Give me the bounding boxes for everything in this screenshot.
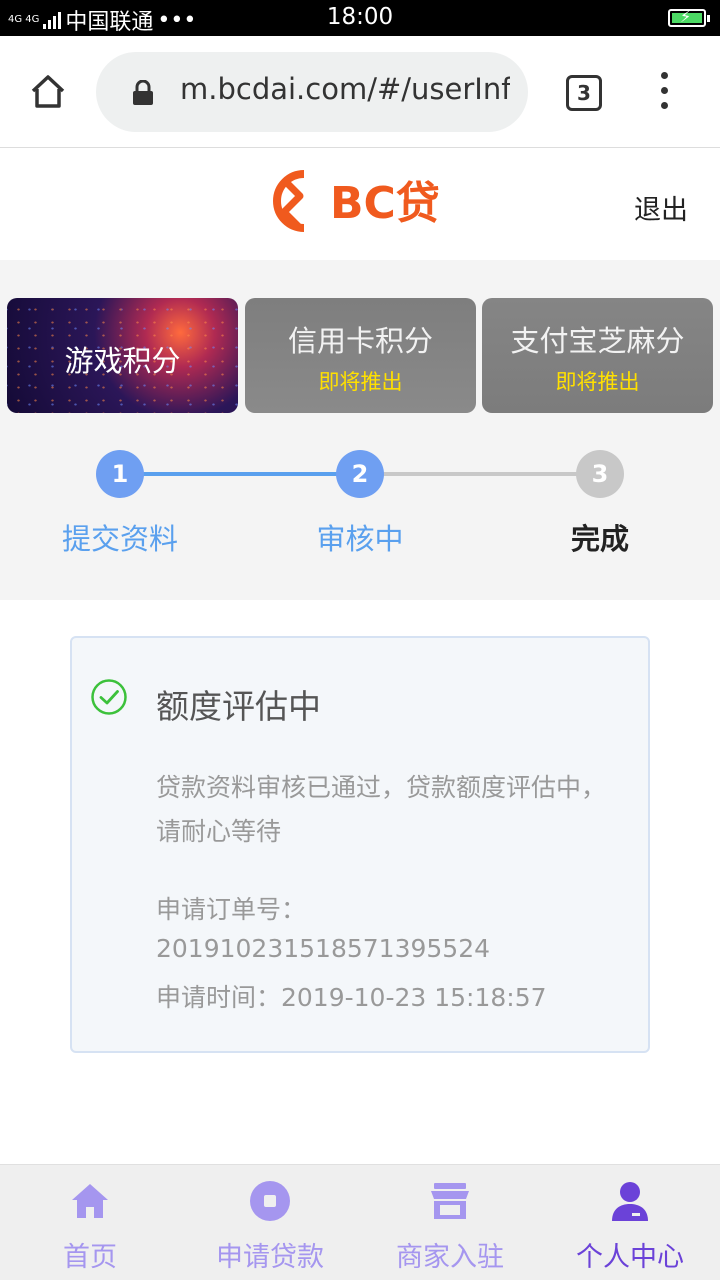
- progress-steps: 1 2 3 提交资料 审核中 完成: [0, 448, 720, 568]
- nav-merchant-join[interactable]: 商家入驻: [360, 1165, 540, 1280]
- status-bar: 4G 4G 中国联通 ••• 18:00 ⚡: [0, 0, 720, 36]
- card-title: 信用卡积分: [287, 324, 433, 358]
- home-icon[interactable]: [28, 72, 68, 112]
- tab-switcher-button[interactable]: 3: [566, 75, 602, 111]
- card-alipay-sesame-score[interactable]: 支付宝芝麻分 即将推出: [482, 298, 713, 413]
- browser-toolbar: m.bcdai.com/#/userInfo 3: [0, 36, 720, 148]
- step-2-indicator: 2: [336, 450, 384, 498]
- panel-description: 贷款资料审核已通过，贷款额度评估中，请耐心等待: [156, 773, 607, 846]
- home-icon: [72, 1184, 108, 1218]
- nav-label: 个人中心: [576, 1242, 684, 1273]
- app-header: BC贷 退出: [0, 148, 720, 260]
- order-number: 201910231518571395524: [156, 934, 491, 963]
- step-3-label: 完成: [570, 522, 629, 556]
- check-circle-icon: [91, 679, 127, 715]
- nav-personal-center[interactable]: 个人中心: [540, 1165, 720, 1280]
- review-status-panel: 额度评估中 贷款资料审核已通过，贷款额度评估中，请耐心等待 申请订单号： 201…: [70, 636, 650, 1053]
- step-2-label: 审核中: [316, 522, 404, 556]
- card-credit-card-points[interactable]: 信用卡积分 即将推出: [245, 298, 476, 413]
- nav-label: 首页: [63, 1242, 117, 1273]
- coming-soon-label: 即将推出: [555, 370, 640, 394]
- card-title: 支付宝芝麻分: [510, 324, 685, 358]
- lock-icon: [133, 80, 153, 105]
- card-title: 游戏积分: [64, 344, 181, 378]
- apply-loan-icon: [250, 1181, 290, 1221]
- step-1-indicator: 1: [96, 450, 144, 498]
- bc-logo: BC贷: [273, 170, 440, 232]
- nav-label: 商家入驻: [396, 1242, 504, 1273]
- more-menu-icon[interactable]: [654, 72, 674, 114]
- clock: 18:00: [326, 4, 394, 30]
- nav-apply-loan[interactable]: 申请贷款: [180, 1165, 360, 1280]
- step-1-label: 提交资料: [61, 522, 178, 556]
- url-text[interactable]: m.bcdai.com/#/userInfo: [180, 72, 510, 106]
- svg-text:BC贷: BC贷: [330, 178, 440, 229]
- step-connector-pending: [360, 472, 600, 476]
- nav-home[interactable]: 首页: [0, 1165, 180, 1280]
- store-icon: [431, 1183, 469, 1219]
- step-3-indicator: 3: [576, 450, 624, 498]
- panel-title: 额度评估中: [156, 687, 321, 726]
- coming-soon-label: 即将推出: [318, 370, 403, 394]
- bottom-navigation: 首页 申请贷款 商家入驻 个人中心: [0, 1164, 720, 1280]
- battery-icon: ⚡: [668, 7, 710, 27]
- step-connector-done: [120, 472, 360, 476]
- order-number-label: 申请订单号：: [156, 895, 307, 924]
- card-game-points[interactable]: 游戏积分: [7, 298, 238, 413]
- logout-button[interactable]: 退出: [634, 188, 688, 227]
- nav-label: 申请贷款: [216, 1242, 324, 1273]
- url-bar[interactable]: m.bcdai.com/#/userInfo: [96, 52, 528, 132]
- apply-time: 申请时间：2019-10-23 15:18:57: [156, 983, 547, 1012]
- user-icon: [612, 1182, 648, 1221]
